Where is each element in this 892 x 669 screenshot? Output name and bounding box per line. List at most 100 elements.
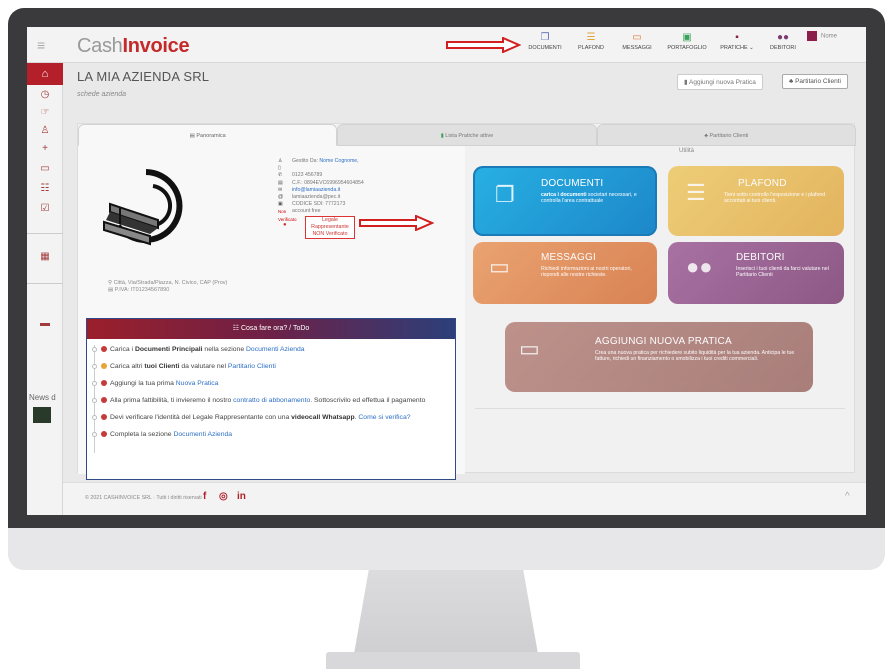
company-address: ⚲ Città, Via/Strada/Piazza, N. Civico, C… [108, 280, 228, 293]
alert-icon [101, 397, 107, 404]
utilities-label: Utilità [679, 148, 695, 154]
red-arrow-annotation [446, 37, 521, 53]
nav-messaggi[interactable]: ▭ MESSAGGI [614, 31, 660, 51]
clipboard-icon: ▭ [519, 336, 540, 361]
calendar-icon[interactable]: ▭ [27, 163, 63, 174]
footer: © 2021 CASHINVOICE SRL · Tutti i diritti… [63, 482, 866, 515]
monitor-base [326, 652, 580, 669]
main-nav: ❐ DOCUMENTI ☰ PLAFOND ▭ MESSAGGI ▣ PORTA… [522, 31, 806, 51]
chat-icon: ▭ [632, 32, 642, 43]
alert-icon: ● [283, 222, 287, 228]
legal-rep-badge[interactable]: Legale Rappresentante NON Verificato [305, 216, 355, 239]
company-info: ♙ Gestito Da: Nome Cognome, ▯ ✆ 0123 45678… [278, 158, 364, 222]
monitor-chin [8, 528, 885, 570]
list-icon: ☰ [586, 32, 596, 43]
company-subtitle: schede azienda [77, 91, 127, 98]
phone-icon: ✆ [278, 172, 283, 179]
sidebar-divider [27, 283, 63, 284]
chat-icon: ▭ [489, 254, 510, 279]
todo-item: Carica altri tuoi Clienti da valutare ne… [92, 362, 455, 371]
todo-item: Devi verificare l'identità del Legale Ra… [92, 413, 455, 422]
at-icon: @ [278, 194, 284, 201]
nav-debitori[interactable]: ●● DEBITORI [760, 31, 806, 51]
company-logo-image [103, 169, 183, 246]
location-icon: ⚲ [108, 280, 113, 286]
todo-item: Alla prima fattibilità, ti invieremo il … [92, 396, 455, 405]
user-icon: ♙ [278, 158, 283, 164]
grid-icon[interactable]: ▦ [27, 251, 63, 262]
nav-documenti[interactable]: ❐ DOCUMENTI [522, 31, 568, 51]
folder-icon: ▪ [735, 32, 739, 43]
non-verified-label: Non Verificato [278, 209, 297, 222]
mail-icon: ✉ [278, 186, 283, 193]
code-icon: ▣ [278, 201, 283, 208]
alert-icon [101, 346, 107, 353]
screen: ≡ CashInvoice ❐ DOCUMENTI ☰ PLAFOND ▭ ME… [27, 27, 866, 515]
tab-ledger[interactable]: ♣ Partitario Clienti [596, 124, 856, 146]
top-bar: ≡ CashInvoice ❐ DOCUMENTI ☰ PLAFOND ▭ ME… [27, 27, 866, 63]
logo[interactable]: CashInvoice [77, 35, 190, 58]
divider [475, 408, 845, 409]
list-icon: ☰ [686, 180, 706, 205]
alert-icon [101, 380, 107, 387]
utilities-pane: Utilità ❐ DOCUMENTI carica i documenti s… [465, 146, 856, 474]
add-practice-tile[interactable]: ▭ AGGIUNGI NUOVA PRATICA Crea una nuova … [505, 322, 813, 392]
news-label: News d [29, 393, 56, 402]
chevron-up-icon[interactable]: ^ [845, 491, 850, 502]
vat-icon: ▤ [108, 287, 114, 293]
tab-bar: ▤ Panoramica ▮ Lista Pratiche attive ♣ P… [78, 124, 856, 146]
users-icon: ●● [686, 254, 713, 279]
card-icon[interactable]: ▬ [27, 318, 63, 329]
hand-icon[interactable]: ☞ [27, 107, 63, 118]
alert-icon [101, 431, 107, 438]
building-icon [807, 31, 817, 41]
company-name: LA MIA AZIENDA SRL [77, 69, 210, 84]
todo-panel: ☷ Cosa fare ora? / ToDo Carica i Documen… [86, 318, 456, 480]
facebook-icon[interactable]: f [203, 491, 206, 502]
sidebar: ⌂ ◷ ☞ ♙ + ▭ ☷ ☑ ▦ ▬ News d [27, 63, 63, 515]
check-icon[interactable]: ☑ [27, 203, 63, 214]
mobile-icon: ▯ [278, 165, 281, 172]
red-arrow-annotation [359, 215, 434, 231]
alert-icon [101, 414, 107, 421]
messaggi-tile[interactable]: ▭ MESSAGGI Richiedi informazioni ai nost… [473, 242, 657, 304]
copyright-text: © 2021 CASHINVOICE SRL · Tutti i diritti… [85, 495, 202, 501]
instagram-icon[interactable]: ◎ [219, 491, 228, 502]
list-icon[interactable]: ☷ [27, 183, 63, 194]
todo-item: Carica i Documenti Principali nella sezi… [92, 345, 455, 354]
add-practice-button[interactable]: ▮ Aggiungi nuova Pratica [677, 74, 763, 90]
chevron-down-icon: ⌄ [749, 45, 754, 51]
document-icon: ❐ [495, 182, 515, 207]
monitor-stand [354, 570, 538, 654]
alert-icon [101, 363, 107, 370]
nav-portafoglio[interactable]: ▣ PORTAFOGLIO [660, 31, 714, 51]
clock-icon[interactable]: ◷ [27, 89, 63, 100]
tab-active-practices[interactable]: ▮ Lista Pratiche attive [337, 124, 597, 146]
id-icon: ▤ [278, 179, 283, 186]
todo-header: ☷ Cosa fare ora? / ToDo [87, 319, 455, 339]
document-icon: ❐ [540, 32, 550, 43]
tab-overview[interactable]: ▤ Panoramica [78, 124, 338, 146]
nav-plafond[interactable]: ☰ PLAFOND [568, 31, 614, 51]
nav-pratiche[interactable]: ▪ PRATICHE ⌄ [714, 31, 760, 51]
hamburger-menu-icon[interactable]: ≡ [37, 37, 45, 53]
news-thumbnail[interactable] [33, 407, 51, 423]
todo-item: Aggiungi la tua prima Nuova Pratica [92, 379, 455, 388]
user-icon[interactable]: ♙ [27, 125, 63, 136]
debitori-tile[interactable]: ●● DEBITORI Inserisci i tuoi clienti da … [668, 242, 844, 304]
todo-list: Carica i Documenti Principali nella sezi… [87, 339, 455, 453]
documenti-tile[interactable]: ❐ DOCUMENTI carica i documenti societari… [473, 166, 657, 236]
wallet-icon: ▣ [682, 32, 692, 43]
sidebar-divider [27, 233, 63, 234]
manager-link[interactable]: Nome Cognome, [319, 158, 358, 165]
users-icon: ●● [776, 32, 790, 43]
user-menu[interactable]: Nome [807, 31, 837, 41]
company-card: ▤ Panoramica ▮ Lista Pratiche attive ♣ P… [77, 123, 856, 480]
plus-icon[interactable]: + [27, 143, 63, 154]
home-icon[interactable]: ⌂ [27, 63, 63, 85]
ledger-button[interactable]: ♣ Partitario Clienti [782, 74, 848, 89]
linkedin-icon[interactable]: in [237, 491, 246, 502]
overview-pane: ♙ Gestito Da: Nome Cognome, ▯ ✆ 0123 45678… [78, 146, 465, 480]
todo-item: Completa la sezione Documenti Azienda [92, 430, 455, 439]
plafond-tile[interactable]: ☰ PLAFOND Tieni sotto controllo l'esposi… [668, 166, 844, 236]
